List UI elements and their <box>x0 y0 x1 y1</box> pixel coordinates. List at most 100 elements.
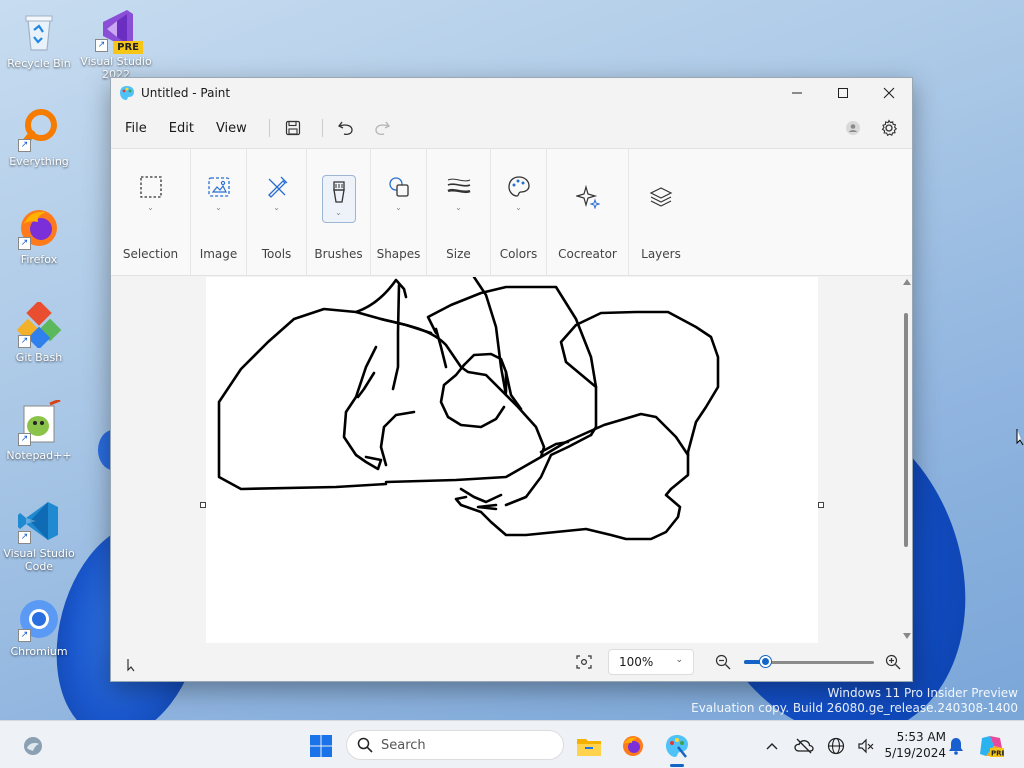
taskbar-search[interactable] <box>346 730 564 760</box>
desktop-icon-visual-studio[interactable]: PRE ↗ Visual Studio 2022 <box>80 6 152 81</box>
windows-logo-icon <box>310 735 332 757</box>
brushes-tool[interactable]: ⌄ <box>321 175 356 223</box>
taskbar-file-explorer[interactable] <box>574 731 604 761</box>
bell-icon <box>949 738 963 755</box>
copilot-button[interactable]: PRE <box>976 731 1006 761</box>
desktop-icon-label: Firefox <box>20 253 58 266</box>
recycle-bin-icon <box>16 8 62 54</box>
menu-file[interactable]: File <box>117 115 155 142</box>
desktop-icon-recycle-bin[interactable]: Recycle Bin <box>3 8 75 70</box>
start-button[interactable] <box>306 731 336 761</box>
scroll-up-arrow-icon[interactable] <box>903 279 911 285</box>
chevron-up-icon <box>766 743 778 750</box>
desktop-icon-git-bash[interactable]: ↗ Git Bash <box>3 300 75 364</box>
minimize-button[interactable] <box>774 78 820 108</box>
desktop-icon-firefox[interactable]: ↗ Firefox <box>3 204 75 266</box>
toolbar-group-image[interactable]: ⌄ Image <box>191 149 247 275</box>
account-avatar-icon <box>846 121 860 135</box>
layers-tool[interactable] <box>644 175 678 223</box>
shortcut-arrow-icon: ↗ <box>18 531 31 544</box>
account-button[interactable] <box>838 114 868 142</box>
fit-to-window-icon[interactable] <box>576 655 592 669</box>
zoom-level-value: 100% <box>619 655 654 669</box>
cocreator-tool[interactable] <box>571 175 605 223</box>
desktop-icon-chromium[interactable]: ↗ Chromium <box>3 596 75 658</box>
toolbar-group-colors[interactable]: ⌄ Colors <box>491 149 547 275</box>
pointer-position-icon <box>127 659 135 672</box>
toolbar-label: Selection <box>122 247 179 261</box>
size-tool[interactable]: ⌄ <box>442 175 476 223</box>
zoom-slider-thumb[interactable] <box>760 656 772 667</box>
toolbar-group-shapes[interactable]: ⌄ Shapes <box>371 149 427 275</box>
toolbar-group-cocreator[interactable]: Cocreator <box>547 149 629 275</box>
desktop-icon-notepad-plus-plus[interactable]: ↗ Notepad++ <box>3 398 75 462</box>
firefox-icon <box>623 736 643 756</box>
redo-button[interactable] <box>367 114 397 142</box>
maximize-button[interactable] <box>820 78 866 108</box>
shortcut-arrow-icon: ↗ <box>18 335 31 348</box>
tray-volume[interactable] <box>852 731 880 761</box>
desktop-icon-everything[interactable]: ↗ Everything <box>3 106 75 168</box>
watermark-line-2: Evaluation copy. Build 26080.ge_release.… <box>691 701 1018 715</box>
folder-icon <box>577 739 601 756</box>
scroll-down-arrow-icon[interactable] <box>903 633 911 639</box>
save-button[interactable] <box>278 114 308 142</box>
toolbar-group-size[interactable]: ⌄ Size <box>427 149 491 275</box>
toolbar-label: Image <box>199 247 238 261</box>
pre-badge: PRE <box>113 41 143 54</box>
toolbar-label: Cocreator <box>558 247 617 261</box>
toolbar-group-selection[interactable]: ⌄ Selection <box>111 149 191 275</box>
colors-tool[interactable]: ⌄ <box>502 175 536 223</box>
undo-button[interactable] <box>331 114 361 142</box>
menu-separator <box>268 119 270 137</box>
title-bar[interactable]: Untitled - Paint <box>111 78 912 108</box>
firefox-icon: ↗ <box>16 204 62 250</box>
zoom-in-icon[interactable] <box>885 654 901 670</box>
image-tool[interactable]: ⌄ <box>202 175 236 223</box>
everything-search-icon: ↗ <box>16 106 62 152</box>
status-bar: 100% ⌄ <box>111 643 912 681</box>
selection-tool[interactable]: ⌄ <box>134 175 168 223</box>
close-button[interactable] <box>866 78 912 108</box>
copilot-icon: PRE <box>980 736 1004 758</box>
tray-network[interactable] <box>822 731 850 761</box>
gear-icon <box>881 119 898 137</box>
ribbon-toolbar: ⌄ Selection ⌄ Image ⌄ Tools ⌄ Brushes ⌄ … <box>111 148 912 276</box>
menu-view[interactable]: View <box>208 115 255 142</box>
vertical-scrollbar[interactable] <box>902 277 912 644</box>
resize-handle-right[interactable] <box>818 502 824 508</box>
shortcut-arrow-icon: ↗ <box>18 237 31 250</box>
notifications-button[interactable] <box>944 731 968 761</box>
menu-edit[interactable]: Edit <box>161 115 202 142</box>
show-hidden-icons-button[interactable] <box>758 731 786 761</box>
tools-tool[interactable]: ⌄ <box>260 175 294 223</box>
clock-date: 5/19/2024 <box>884 746 946 760</box>
cocreator-sparkle-icon <box>575 185 600 209</box>
desktop-icon-label: Git Bash <box>15 351 63 364</box>
tray-onedrive[interactable] <box>790 731 818 761</box>
taskbar-paint[interactable] <box>662 731 692 761</box>
globe-icon <box>827 737 845 755</box>
toolbar-group-brushes[interactable]: ⌄ Brushes <box>307 149 371 275</box>
widgets-button[interactable] <box>18 731 48 761</box>
paint-app-icon <box>666 735 688 758</box>
drawing-canvas[interactable] <box>200 277 824 644</box>
zoom-level-select[interactable]: 100% ⌄ <box>608 649 694 675</box>
settings-button[interactable] <box>874 114 904 142</box>
zoom-out-icon[interactable] <box>715 654 731 670</box>
shapes-tool[interactable]: ⌄ <box>382 175 416 223</box>
resize-handle-left[interactable] <box>200 502 206 508</box>
visual-studio-icon: PRE ↗ <box>93 6 143 54</box>
taskbar-firefox[interactable] <box>618 731 648 761</box>
git-bash-icon: ↗ <box>16 300 62 350</box>
desktop-icon-vscode[interactable]: ↗ Visual Studio Code <box>3 498 75 573</box>
toolbar-group-tools[interactable]: ⌄ Tools <box>247 149 307 275</box>
image-icon <box>207 177 230 197</box>
search-input[interactable] <box>381 737 551 753</box>
paint-window: Untitled - Paint File Edit View ⌄ Select… <box>110 77 913 682</box>
paint-app-icon <box>120 86 134 100</box>
toolbar-group-layers[interactable]: Layers <box>629 149 693 275</box>
taskbar-clock[interactable]: 5:53 AM 5/19/2024 <box>880 729 946 761</box>
layers-icon <box>649 187 673 207</box>
scrollbar-thumb[interactable] <box>904 313 908 547</box>
